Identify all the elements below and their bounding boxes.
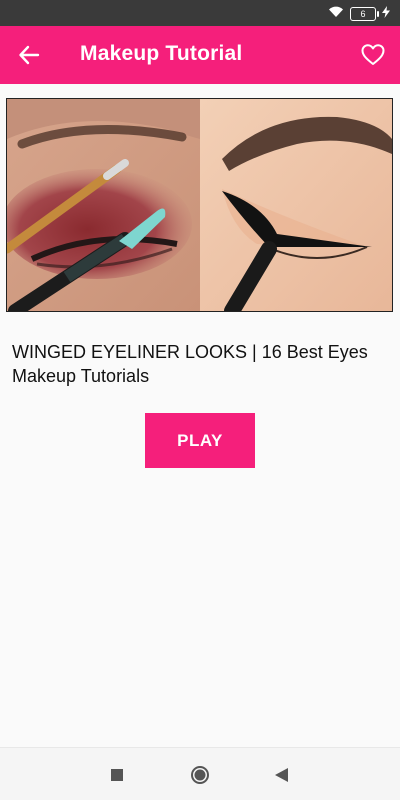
charging-icon (382, 5, 390, 23)
heart-outline-icon (361, 44, 385, 65)
video-title: WINGED EYELINER LOOKS | 16 Best Eyes Mak… (12, 342, 368, 386)
arrow-left-icon (19, 45, 40, 65)
status-bar: 6 (0, 0, 400, 26)
circle-icon (191, 766, 209, 784)
app-bar: Makeup Tutorial (0, 26, 400, 84)
wifi-icon (328, 5, 344, 23)
system-nav-bar (0, 747, 400, 800)
recents-button[interactable] (106, 764, 128, 786)
play-button[interactable]: PLAY (145, 413, 255, 468)
page-title: Makeup Tutorial (80, 42, 243, 65)
favorite-button[interactable] (358, 40, 388, 70)
back-nav-button[interactable] (270, 764, 292, 786)
square-icon (111, 769, 123, 781)
home-button[interactable] (189, 764, 211, 786)
video-thumbnail[interactable] (6, 98, 393, 312)
triangle-back-icon (275, 768, 288, 782)
eye-makeup-image (7, 99, 392, 311)
back-button[interactable] (14, 40, 44, 70)
status-icons: 6 (328, 5, 390, 23)
battery-indicator: 6 (350, 7, 379, 21)
